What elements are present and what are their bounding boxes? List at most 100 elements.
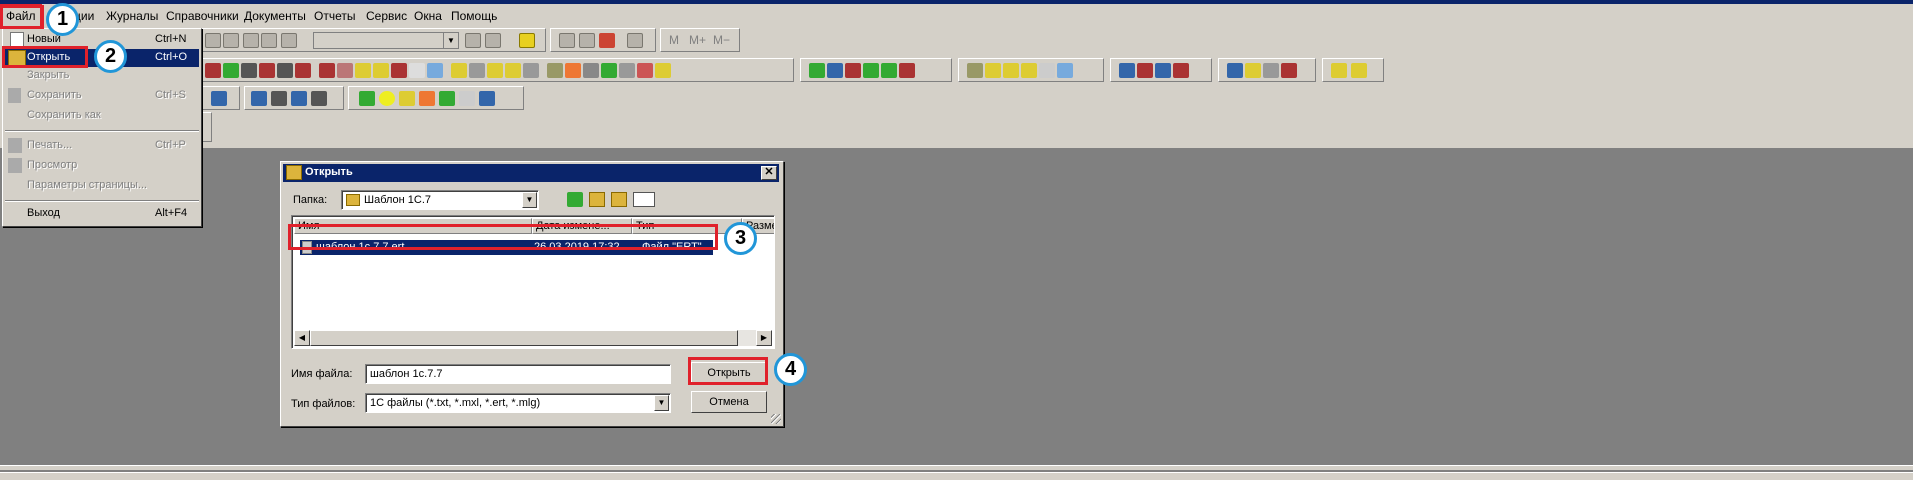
ledger-icon[interactable] (1003, 63, 1019, 78)
menu-reports[interactable]: Отчеты (310, 6, 359, 26)
id-card-icon[interactable] (1137, 63, 1153, 78)
filetype-select[interactable]: 1С файлы (*.txt, *.mxl, *.ert, *.mlg) ▼ (365, 393, 671, 413)
shop-icon[interactable] (899, 63, 915, 78)
undo-icon[interactable] (243, 33, 259, 48)
document-icon[interactable] (1057, 63, 1073, 78)
note-icon[interactable] (355, 63, 371, 78)
filename-input[interactable]: шаблон 1с.7.7 (365, 364, 671, 384)
chevron-down-icon[interactable]: ▼ (443, 33, 458, 48)
safe-icon[interactable] (1263, 63, 1279, 78)
docbox-icon[interactable] (967, 63, 983, 78)
calendar-icon[interactable] (579, 33, 595, 48)
folder-icon[interactable] (451, 63, 467, 78)
print-icon[interactable] (211, 91, 227, 106)
menu-service[interactable]: Сервис (362, 6, 411, 26)
bank-icon[interactable] (1281, 63, 1297, 78)
gear-icon[interactable] (241, 63, 257, 78)
money-icon[interactable] (1245, 63, 1261, 78)
message-icon[interactable] (599, 33, 615, 48)
star-icon[interactable] (1331, 63, 1347, 78)
menu-item-print[interactable]: Печать... Ctrl+P (5, 137, 199, 155)
exclamation-icon[interactable] (391, 63, 407, 78)
person-icon[interactable] (259, 63, 275, 78)
up-folder-icon[interactable] (589, 192, 605, 207)
binoculars-icon[interactable] (281, 33, 297, 48)
chevron-down-icon[interactable]: ▼ (522, 192, 537, 208)
rainbow-icon[interactable] (419, 91, 435, 106)
menu-item-page-setup[interactable]: Параметры страницы... (5, 177, 199, 195)
people-icon[interactable] (827, 63, 843, 78)
books-icon[interactable] (809, 63, 825, 78)
box-icon[interactable] (547, 63, 563, 78)
menu-references[interactable]: Справочники (162, 6, 243, 26)
memory-minus-button[interactable]: M− (713, 33, 730, 47)
search-combo[interactable]: ▼ (313, 32, 459, 49)
anchor-icon[interactable] (291, 91, 307, 106)
menu-journals[interactable]: Журналы (102, 6, 162, 26)
apple-icon[interactable] (565, 63, 581, 78)
back-arrow-icon[interactable] (567, 192, 583, 207)
menu-item-preview[interactable]: Просмотр (5, 157, 199, 175)
menu-item-save[interactable]: Сохранить Ctrl+S (5, 87, 199, 105)
list-icon[interactable] (583, 63, 599, 78)
arrow-left-icon[interactable] (337, 63, 353, 78)
redo-icon[interactable] (261, 33, 277, 48)
cancel-button[interactable]: Отмена (691, 391, 767, 413)
new-folder-icon[interactable] (611, 192, 627, 207)
memory-m-button[interactable]: M (669, 33, 679, 47)
calculator-icon[interactable] (559, 33, 575, 48)
scroll-right-icon[interactable]: ▶ (756, 330, 772, 346)
card-icon[interactable] (637, 63, 653, 78)
grid-icon[interactable] (311, 91, 327, 106)
menu-item-exit[interactable]: Выход Alt+F4 (5, 205, 199, 223)
folder-select[interactable]: Шаблон 1С.7 ▼ (341, 190, 539, 210)
printer-icon[interactable] (523, 63, 539, 78)
help-icon[interactable] (519, 33, 535, 48)
tools-icon[interactable] (469, 63, 485, 78)
book-red-icon[interactable] (295, 63, 311, 78)
envelope-icon[interactable] (373, 63, 389, 78)
find-next-icon[interactable] (465, 33, 481, 48)
chart-icon[interactable] (1351, 63, 1367, 78)
smiley-icon[interactable] (379, 91, 395, 106)
c-icon[interactable] (479, 91, 495, 106)
green-books-icon[interactable] (359, 91, 375, 106)
journal-icon[interactable] (1155, 63, 1171, 78)
bus-icon[interactable] (459, 91, 475, 106)
stack-icon[interactable] (619, 63, 635, 78)
menu-item-save-as[interactable]: Сохранить как (5, 107, 199, 125)
crane-icon[interactable] (271, 91, 287, 106)
eraser-icon[interactable] (1039, 63, 1055, 78)
building-icon[interactable] (251, 91, 267, 106)
truck-icon[interactable] (655, 63, 671, 78)
scroll-left-icon[interactable]: ◀ (294, 330, 310, 346)
resize-grip-icon[interactable] (771, 414, 781, 424)
tree-icon[interactable] (863, 63, 879, 78)
user-icon[interactable] (223, 63, 239, 78)
menu-windows[interactable]: Окна (410, 6, 446, 26)
chevron-down-icon[interactable]: ▼ (654, 395, 669, 411)
copy-icon[interactable] (223, 33, 239, 48)
book-icon[interactable] (627, 33, 643, 48)
scroll-thumb[interactable] (310, 330, 738, 346)
magnify-icon[interactable] (427, 63, 443, 78)
team-icon[interactable] (1173, 63, 1189, 78)
key-icon[interactable] (487, 63, 503, 78)
card-yellow-icon[interactable] (399, 91, 415, 106)
memory-plus-button[interactable]: M+ (689, 33, 706, 47)
replace-icon[interactable] (485, 33, 501, 48)
hand-icon[interactable] (1021, 63, 1037, 78)
menu-help[interactable]: Помощь (447, 6, 501, 26)
globe-icon[interactable] (1227, 63, 1243, 78)
menu-documents[interactable]: Документы (240, 6, 310, 26)
view-menu-icon[interactable] (633, 192, 655, 207)
operation-icon[interactable] (205, 63, 221, 78)
table-icon[interactable] (319, 63, 335, 78)
staff-icon[interactable] (1119, 63, 1135, 78)
horizontal-scrollbar[interactable]: ◀ ▶ (294, 330, 772, 346)
cog-icon[interactable] (277, 63, 293, 78)
text-icon[interactable] (409, 63, 425, 78)
find-icon[interactable] (205, 33, 221, 48)
warehouse-icon[interactable] (881, 63, 897, 78)
user-red-icon[interactable] (845, 63, 861, 78)
